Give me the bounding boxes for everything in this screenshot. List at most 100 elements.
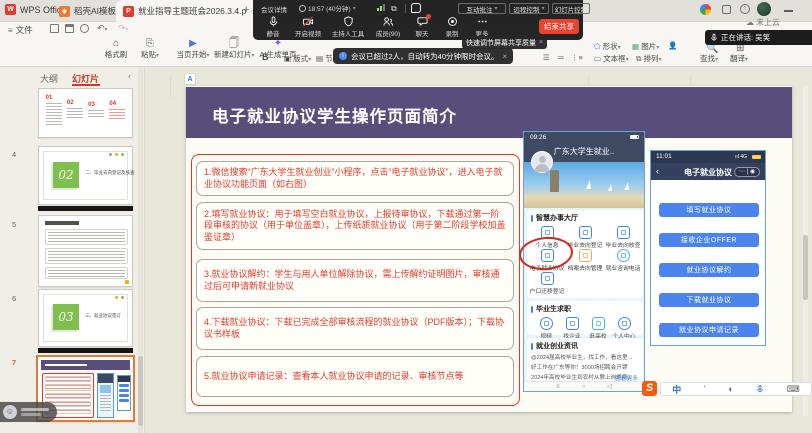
fill-agreement-button[interactable]: 填写就业协议	[659, 203, 759, 217]
bold-button[interactable]: B	[262, 52, 269, 62]
textbox-button[interactable]: ▭ 文本框▾	[594, 53, 629, 64]
picture-button[interactable]: ▦ 图片▾	[632, 41, 659, 52]
main-scrollbar-track[interactable]	[803, 86, 808, 416]
app-item-video[interactable]: 视频	[533, 315, 559, 338]
text-lines-decoration	[45, 364, 87, 366]
text-lines-decoration	[100, 395, 111, 413]
instruction-step-2: 2.填写就业协议：用于填写空白就业协议，上报待审协议，下载通过第一阶段审核的协议…	[196, 202, 514, 250]
news-row[interactable]: 好工作在广东等你！3000场招聘会开锣03:38	[527, 361, 643, 371]
ime-voice-icon[interactable]	[756, 384, 764, 394]
save-icon[interactable]	[50, 24, 59, 33]
file-menu[interactable]: ≡ 文件	[8, 24, 33, 36]
user-avatar[interactable]	[757, 2, 771, 16]
app-item-hotline[interactable]: 就业咨询电话	[604, 247, 642, 270]
ai-beautify-icon[interactable]: A	[184, 73, 196, 85]
person-icon	[618, 317, 631, 330]
app-item-campus[interactable]: 逛高校	[585, 315, 611, 338]
mini-title-bar	[41, 360, 130, 370]
end-share-button[interactable]: 结束共享	[539, 19, 579, 34]
notice-close-icon[interactable]: ×	[503, 52, 508, 61]
application-records-button[interactable]: 就业协议申请记录	[659, 323, 759, 337]
agenda-num: 04	[109, 101, 125, 107]
meeting-timer[interactable]: 18:57 (40分钟)▾	[299, 3, 356, 13]
recent-apps-icon[interactable]: ≡	[556, 384, 560, 390]
more-button[interactable]: 更多	[469, 16, 495, 38]
workspace-icon[interactable]	[722, 5, 731, 14]
person-placeholder-icon[interactable]: 👤	[668, 41, 677, 50]
app-item-household[interactable]: 户口迁移登记	[528, 270, 566, 293]
ime-punctuation-icon[interactable]: ’	[704, 384, 706, 394]
ime-chinese-mode[interactable]: 中	[672, 383, 681, 396]
play-from-page-button[interactable]: ▶ 当页开始▾	[176, 39, 210, 60]
format-painter-button[interactable]: ⌂ 格式刷	[100, 39, 132, 60]
collapse-panel-icon[interactable]: ‹	[128, 71, 131, 81]
android-nav-bar: ≡ ○ ◁	[524, 381, 644, 391]
new-tab-button[interactable]: +	[243, 4, 249, 16]
remote-control-button[interactable]: 远程控制▾	[509, 3, 549, 14]
sidebar-scrollbar-track[interactable]	[138, 68, 143, 433]
agenda-num: 02	[67, 100, 83, 106]
slide-thumbnail-5[interactable]	[38, 215, 133, 287]
receive-offer-button[interactable]: 接收企业OFFER	[659, 233, 759, 247]
slide-thumbnail-agenda[interactable]: 01 02 03 04	[38, 88, 133, 138]
host-tools-button[interactable]: 主持人工具	[329, 16, 367, 38]
app-item-grad-check[interactable]: 毕业去向核查	[604, 224, 642, 247]
miniprogram-menu-capsule[interactable]: ⋯ | ◉	[734, 167, 760, 177]
arrange-button[interactable]: ⧉ 排列▾	[636, 53, 661, 64]
print-icon[interactable]	[65, 24, 74, 33]
slide-number-current: 7	[12, 358, 16, 367]
camera-button[interactable]: 开启视频	[291, 16, 325, 38]
share-screen-icon[interactable]: ⧉	[391, 4, 397, 14]
indent-icon[interactable]: ⋮≡	[571, 53, 583, 62]
members-button[interactable]: 成员(90)	[371, 16, 405, 38]
meeting-details-button[interactable]: 会议详情	[261, 4, 287, 14]
record-button[interactable]: 录制	[439, 16, 465, 38]
terminate-agreement-button[interactable]: 就业协议解约	[659, 263, 759, 277]
chat-button[interactable]: 聊天	[409, 16, 435, 38]
browser-icon[interactable]	[700, 4, 711, 15]
preview-icon[interactable]	[80, 24, 89, 33]
numbered-list-icon[interactable]: ≔	[557, 53, 565, 62]
text-block	[45, 384, 91, 391]
tab-outline[interactable]: 大纲	[40, 72, 58, 85]
app-item-profile[interactable]: 个人中心	[611, 315, 637, 338]
slide-thumbnail-4[interactable]: 02 二、毕业去向登记及核查	[38, 146, 133, 205]
assistant-toast[interactable]: ☺	[0, 402, 57, 422]
sogou-ime-logo[interactable]: S	[642, 381, 657, 396]
tab-docer-template[interactable]: ◆ 稻壳AI模板	[52, 0, 123, 22]
undo-icon[interactable]: ↶▾	[97, 23, 108, 34]
translate-button[interactable]: 翻译▾	[730, 53, 748, 64]
ime-halfwidth-icon[interactable]: ◐	[728, 384, 733, 394]
find-button[interactable]: 查找▾	[700, 53, 718, 64]
ime-keyboard-icon[interactable]: ⌨	[787, 384, 800, 395]
news-row[interactable]: @2024届高校毕业生，找工作，看这里→10:31	[527, 351, 643, 361]
back-icon[interactable]: ◁	[607, 383, 612, 390]
sidebar-scrollbar-thumb[interactable]	[138, 356, 143, 426]
section-header: 智慧办事大厅	[527, 210, 643, 224]
back-chevron-icon[interactable]: ‹	[656, 166, 659, 176]
tooltip-close-icon[interactable]: ×	[539, 39, 543, 46]
chat-icon	[417, 16, 428, 27]
sailboat-shape	[608, 184, 612, 191]
layout-button[interactable]: ▣ 版式▾	[284, 53, 311, 64]
shapes-button[interactable]: ⬠ 形状▾	[594, 41, 621, 52]
upload-icon[interactable]: ↑	[740, 4, 750, 14]
paste-button[interactable]: ⎘ 粘贴▾	[136, 39, 164, 60]
network-signal-icon[interactable]	[377, 4, 385, 11]
home-icon[interactable]: ○	[582, 384, 586, 390]
ime-toolbar: 中 ’ ◐ ⌨	[660, 382, 812, 396]
mute-button[interactable]: 静音	[259, 16, 287, 38]
slide-control-button[interactable]: 幻灯片控制	[552, 3, 590, 14]
section-number-badge: 02	[53, 162, 79, 188]
redo-icon[interactable]: ↷▾	[118, 23, 129, 34]
bullet-list-icon[interactable]: ☰	[543, 53, 550, 62]
download-agreement-button[interactable]: 下载就业协议	[659, 293, 759, 307]
app-item-companies[interactable]: 找企业	[559, 315, 585, 338]
new-slide-button[interactable]: 🗍 新建幻灯片▾	[214, 39, 254, 60]
minimize-icon[interactable]	[784, 10, 793, 12]
main-scrollbar-thumb[interactable]	[803, 235, 808, 300]
cloud-status[interactable]: ☁ 未上云	[746, 17, 780, 28]
slide-thumbnail-6[interactable]: 03 三、就业协议签订	[38, 289, 133, 347]
app-item-grad-destination[interactable]: 毕业去向登记	[566, 224, 604, 247]
annotate-button[interactable]: 互动批注▾	[458, 3, 506, 14]
